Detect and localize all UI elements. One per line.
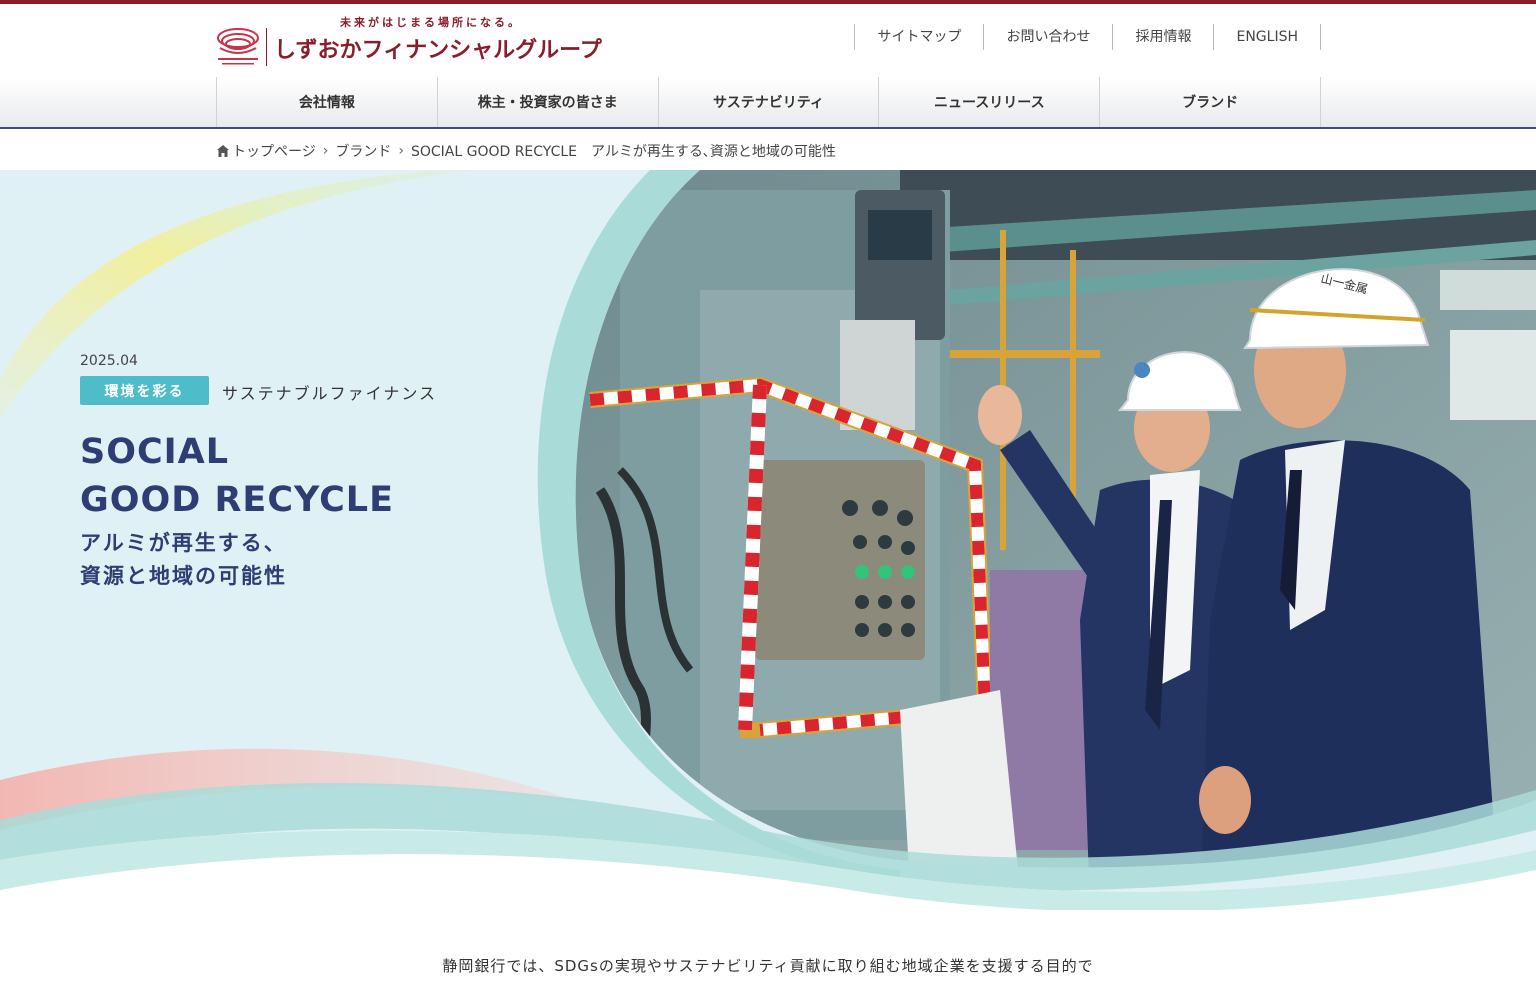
chevron-right-icon: ›	[322, 143, 329, 159]
util-link-recruit[interactable]: 採用情報	[1112, 24, 1213, 50]
intro-text: 静岡銀行では、SDGsの実現やサステナビリティ貢献に取り組む地域企業を支援する目…	[442, 957, 1094, 975]
util-link-sitemap[interactable]: サイトマップ	[854, 24, 983, 50]
logo-tagline: 未来がはじまる場所になる。	[340, 16, 522, 29]
chevron-right-icon: ›	[398, 143, 404, 159]
category-badge[interactable]: 環境を彩る	[80, 376, 209, 405]
breadcrumb: トップページ › ブランド › SOCIAL GOOD RECYCLE アルミが…	[216, 140, 836, 162]
gnav-sustainability[interactable]: サステナビリティ	[659, 77, 880, 127]
article-date: 2025.04	[80, 353, 138, 369]
subtitle-line-1: アルミが再生する、	[80, 531, 287, 555]
global-nav: 会社情報 株主・投資家の皆さま サステナビリティ ニュースリリース ブランド	[0, 77, 1536, 129]
logo-name: しずおかフィナンシャルグループ	[274, 38, 602, 63]
title-line-1: SOCIAL	[80, 432, 230, 472]
logo-mark-icon	[217, 28, 259, 65]
home-icon	[217, 145, 229, 157]
subtitle-line-2: 資源と地域の可能性	[80, 564, 287, 588]
utility-nav: サイトマップ お問い合わせ 採用情報 ENGLISH	[854, 24, 1321, 50]
util-link-contact[interactable]: お問い合わせ	[983, 24, 1112, 50]
article-category: サステナブルファイナンス	[222, 384, 438, 403]
logo-separator	[266, 28, 267, 66]
breadcrumb-current: SOCIAL GOOD RECYCLE アルミが再生する､資源と地域の可能性	[410, 144, 836, 160]
breadcrumb-home[interactable]: トップページ	[232, 141, 316, 161]
page-subtitle: アルミが再生する、 資源と地域の可能性	[80, 527, 500, 593]
hero-section: 山一金属 2025.04 環境を彩る サステナブルファイナンス SOCIAL G…	[0, 170, 1536, 910]
site-logo[interactable]: 未来がはじまる場所になる。 しずおかフィナンシャルグループ	[214, 10, 602, 70]
util-link-english[interactable]: ENGLISH	[1213, 24, 1321, 50]
gnav-brand[interactable]: ブランド	[1100, 77, 1321, 127]
title-line-2: GOOD RECYCLE	[80, 480, 395, 520]
breadcrumb-brand[interactable]: ブランド	[335, 141, 391, 161]
gnav-investors[interactable]: 株主・投資家の皆さま	[438, 77, 659, 127]
page-title: SOCIAL GOOD RECYCLE	[80, 428, 500, 524]
gnav-news[interactable]: ニュースリリース	[879, 77, 1101, 127]
gnav-company[interactable]: 会社情報	[217, 77, 438, 127]
site-header: 未来がはじまる場所になる。 しずおかフィナンシャルグループ サイトマップ お問い…	[0, 4, 1536, 77]
